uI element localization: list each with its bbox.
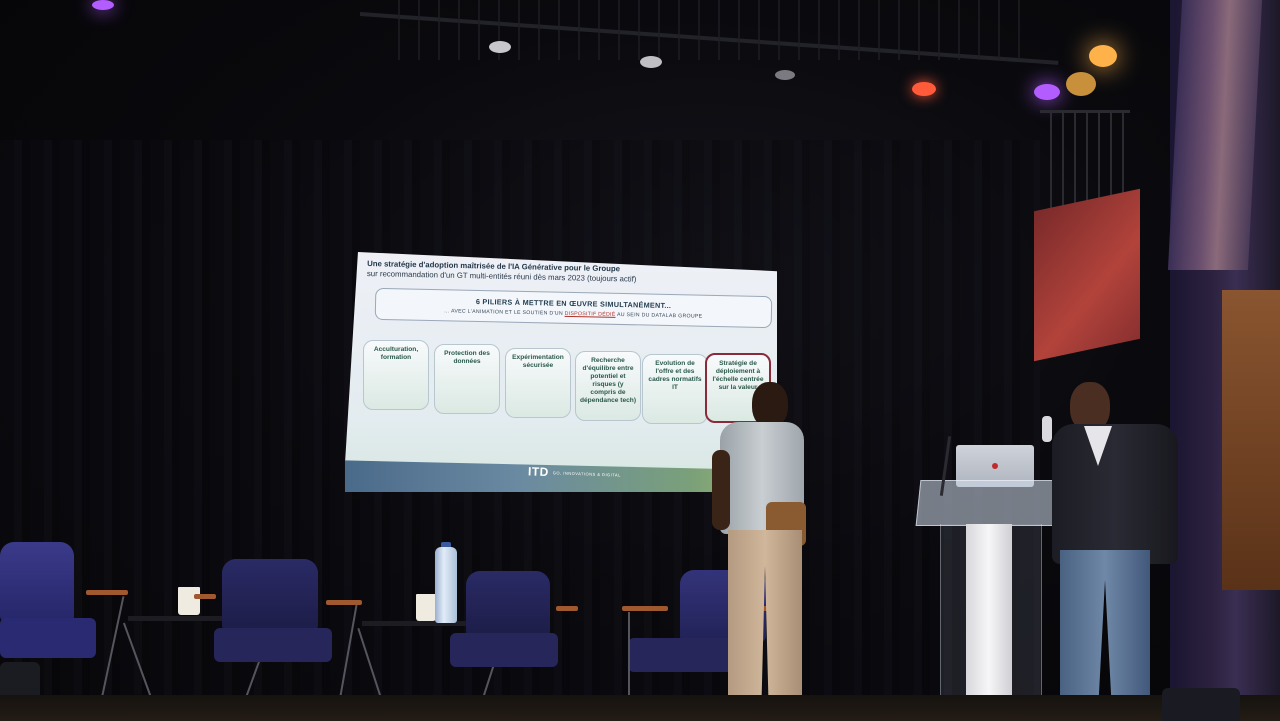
paper-cup	[178, 587, 200, 615]
pillar-card: Recherche d'équilibre entre potentiel et…	[575, 351, 641, 421]
pillars-sub-after: AU SEIN DU DATALAB GROUPE	[616, 311, 703, 320]
stage-light-purple-left	[92, 0, 114, 10]
wood-wall-panel	[1222, 290, 1280, 590]
chair-armrest	[556, 606, 578, 611]
stage-scene: Une stratégie d'adoption maîtrisée de l'…	[0, 0, 1280, 721]
slide-logo-text: ITD	[527, 464, 550, 480]
stage-light-white	[775, 70, 795, 80]
paper-cup	[416, 594, 436, 621]
chair-armrest	[86, 590, 128, 595]
stage-speaker-box	[1162, 688, 1240, 721]
pillars-sub-highlight: DISPOSITIF DÉDIÉ	[564, 310, 616, 318]
pillar-card: Acculturation, formation	[363, 340, 429, 410]
stage-light-warm	[1066, 72, 1096, 96]
chair	[466, 571, 550, 637]
side-pillar	[1167, 0, 1263, 270]
laptop-logo	[992, 463, 998, 469]
lectern-column	[966, 524, 1012, 721]
speaker-arm	[712, 450, 730, 530]
stage-light-purple-right	[1034, 84, 1060, 100]
stage-floor	[0, 695, 1280, 721]
water-bottle	[435, 547, 457, 623]
stage-light-white	[640, 56, 662, 68]
speaker-trousers	[728, 530, 802, 710]
speaker-jeans	[1060, 550, 1150, 716]
chair-armrest	[194, 594, 216, 599]
slide-logo-tagline: GO, INNOVATIONS & DIGITAL	[552, 470, 621, 478]
stage-light-red	[912, 82, 936, 96]
pillar-card: Protection des données	[434, 344, 500, 414]
pillar-card: Evolution de l'offre et des cadres norma…	[642, 354, 708, 424]
speaker-standing	[712, 380, 816, 721]
chair-armrest	[622, 606, 668, 611]
chair-seat	[0, 618, 96, 658]
speaker-jacket	[1052, 424, 1178, 564]
lighting-truss	[380, 0, 1020, 60]
microphone	[1042, 416, 1052, 442]
chair	[222, 559, 318, 631]
stage-light-warm	[1089, 45, 1117, 67]
red-wall-panel	[1034, 188, 1140, 362]
pillar-card: Expérimentation sécurisée	[505, 348, 571, 418]
speaker-with-microphone	[1030, 380, 1180, 721]
chair-seat	[450, 633, 558, 667]
pillars-sub-before: ... AVEC L'ANIMATION ET LE SOUTIEN D'UN	[444, 308, 563, 317]
chair-seat	[214, 628, 332, 662]
stage-light-white	[489, 41, 511, 53]
chair	[0, 542, 74, 622]
